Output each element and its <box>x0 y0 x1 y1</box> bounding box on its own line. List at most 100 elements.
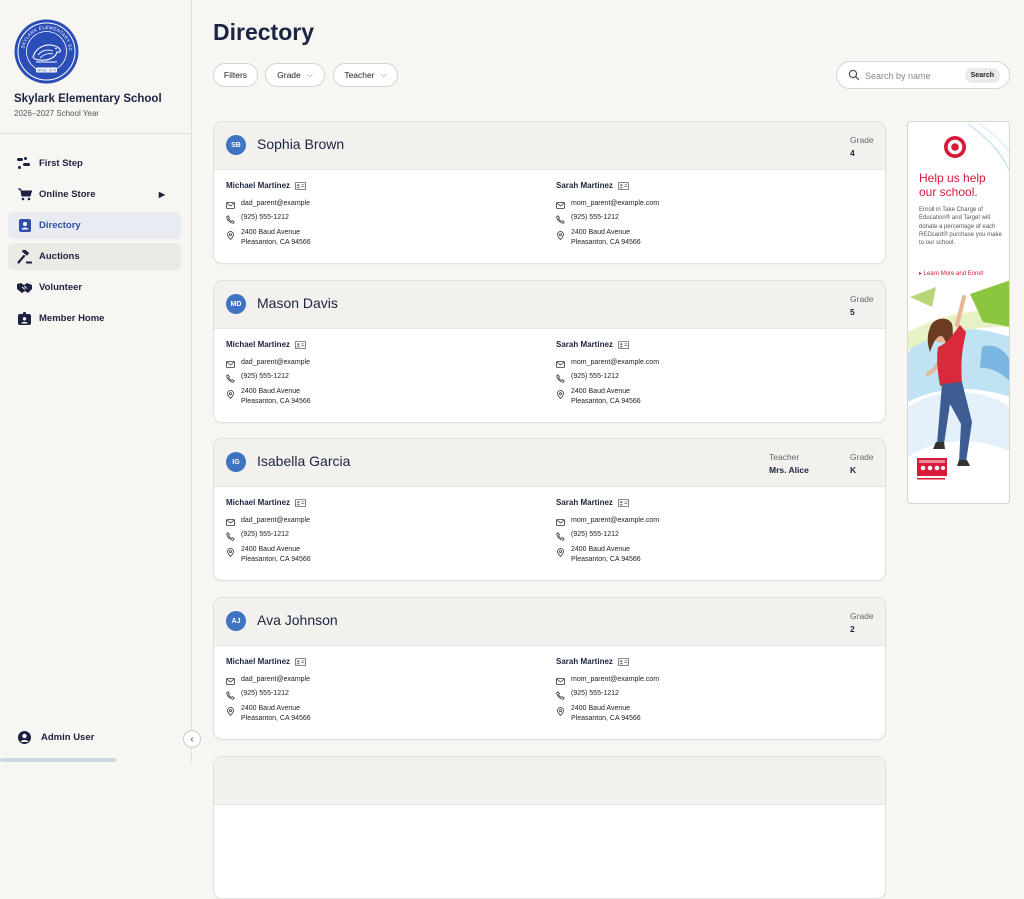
gavel-icon <box>17 249 32 264</box>
contact-card-icon <box>17 218 32 233</box>
parent-phone[interactable]: (925) 555-1212 <box>571 373 619 380</box>
parent-address-line2: Pleasanton, CA 94566 <box>571 714 641 722</box>
filters-button[interactable]: Filters <box>213 63 258 87</box>
target-advertisement[interactable]: Help us help our school. Enroll in Take … <box>907 121 1010 504</box>
student-card-header: MD Mason Davis Grade 5 <box>214 281 885 329</box>
chevron-down-icon: ⌵ <box>380 70 387 79</box>
parent-email[interactable]: mom_parent@example.com <box>571 200 659 207</box>
grade-info: Grade K <box>850 452 874 475</box>
parent-email[interactable]: mom_parent@example.com <box>571 676 659 683</box>
search-button[interactable]: Search <box>964 68 1000 83</box>
parent-phone-row: (925) 555-1212 <box>226 214 526 224</box>
parent-address-line2: Pleasanton, CA 94566 <box>571 238 641 246</box>
contact-card-icon[interactable] <box>617 657 629 666</box>
student-card: IG Isabella Garcia Teacher Mrs. Alice Gr… <box>213 438 886 581</box>
parent-address-line1: 2400 Baud Avenue <box>241 229 301 236</box>
student-card-header: IG Isabella Garcia Teacher Mrs. Alice Gr… <box>214 439 885 487</box>
parent-email[interactable]: dad_parent@example <box>241 200 310 207</box>
parent-email[interactable]: dad_parent@example <box>241 517 310 524</box>
contact-card-icon[interactable] <box>617 498 629 507</box>
parent-address-line1: 2400 Baud Avenue <box>571 388 631 395</box>
svg-text:SINCE 1978: SINCE 1978 <box>37 68 56 72</box>
teacher-filter-label: Teacher <box>344 70 375 80</box>
parent-phone[interactable]: (925) 555-1212 <box>571 531 619 538</box>
email-icon <box>556 678 565 685</box>
student-card: AJ Ava Johnson Grade 2 Michael Martinez … <box>213 597 886 740</box>
teacher-value: Mrs. Alice <box>769 465 809 475</box>
member-badge-icon <box>17 311 32 326</box>
sidebar-item-directory[interactable]: Directory <box>8 212 181 239</box>
phone-icon <box>556 215 565 224</box>
parent-phone[interactable]: (925) 555-1212 <box>571 214 619 221</box>
sidebar-item-label: Volunteer <box>39 282 83 293</box>
parent-address-line1: 2400 Baud Avenue <box>241 546 301 553</box>
school-logo[interactable]: SKYLARK ELEMENTARY SCHOOL SINCE 1978 <box>12 15 79 84</box>
search-input[interactable] <box>863 68 967 84</box>
student-name[interactable]: Isabella Garcia <box>257 453 350 469</box>
phone-icon <box>556 532 565 541</box>
contact-card-icon[interactable] <box>295 181 307 190</box>
grade-filter-dropdown[interactable]: Grade ⌵ <box>265 63 325 87</box>
student-avatar: IG <box>226 452 246 472</box>
grade-label: Grade <box>850 135 874 145</box>
parent-phone[interactable]: (925) 555-1212 <box>241 690 289 697</box>
parent-email[interactable]: mom_parent@example.com <box>571 517 659 524</box>
teacher-label: Teacher <box>769 452 800 462</box>
parent-address-row: 2400 Baud Avenue Pleasanton, CA 94566 <box>556 387 856 406</box>
student-name[interactable]: Mason Davis <box>257 295 338 311</box>
parent-address-line2: Pleasanton, CA 94566 <box>241 714 311 722</box>
email-icon <box>226 202 235 209</box>
contact-card-icon[interactable] <box>295 657 307 666</box>
sidebar-item-online-store[interactable]: Online Store ▶ <box>8 181 181 208</box>
student-name[interactable]: Sophia Brown <box>257 136 344 152</box>
sidebar-item-auctions[interactable]: Auctions <box>8 243 181 270</box>
parent-email[interactable]: mom_parent@example.com <box>571 359 659 366</box>
sidebar-item-volunteer[interactable]: Volunteer <box>8 274 181 301</box>
parent-name: Sarah Martinez <box>556 181 613 190</box>
contact-card-icon[interactable] <box>295 340 307 349</box>
student-card <box>213 756 886 899</box>
student-avatar: MD <box>226 294 246 314</box>
grade-value: 5 <box>850 307 855 317</box>
sidebar-item-member-home[interactable]: Member Home <box>8 305 181 332</box>
grade-value: 4 <box>850 148 855 158</box>
contact-card-icon[interactable] <box>295 498 307 507</box>
parent-phone-row: (925) 555-1212 <box>556 690 856 700</box>
parent-email-row: mom_parent@example.com <box>556 517 856 527</box>
location-pin-icon <box>227 231 234 240</box>
student-name[interactable]: Ava Johnson <box>257 612 338 628</box>
parent-phone[interactable]: (925) 555-1212 <box>571 690 619 697</box>
parent-address-line2: Pleasanton, CA 94566 <box>571 555 641 563</box>
teacher-filter-dropdown[interactable]: Teacher ⌵ <box>333 63 398 87</box>
sidebar-item-label: First Step <box>39 158 83 169</box>
parent-address-line1: 2400 Baud Avenue <box>571 705 631 712</box>
parent-phone[interactable]: (925) 555-1212 <box>241 373 289 380</box>
ad-learn-more-link[interactable]: ▸ Learn More and Enroll <box>919 270 983 277</box>
grade-info: Grade 5 <box>850 294 874 317</box>
sidebar-item-first-step[interactable]: First Step <box>8 150 181 177</box>
parent-address-row: 2400 Baud Avenue Pleasanton, CA 94566 <box>226 387 526 406</box>
parent-contact: Sarah Martinez mom_parent@example.com (9… <box>556 181 856 247</box>
parent-email-row: dad_parent@example <box>226 359 526 369</box>
contact-card-icon[interactable] <box>617 181 629 190</box>
grade-info: Grade 2 <box>850 611 874 634</box>
parent-contact: Sarah Martinez mom_parent@example.com (9… <box>556 657 856 723</box>
caret-right-icon: ▶ <box>158 190 165 199</box>
parent-address-line1: 2400 Baud Avenue <box>571 229 631 236</box>
parent-contact: Michael Martinez dad_parent@example (925… <box>226 181 526 247</box>
email-icon <box>556 202 565 209</box>
location-pin-icon <box>227 390 234 399</box>
collapse-sidebar-button[interactable]: ‹ <box>183 730 201 748</box>
admin-user-menu[interactable]: Admin User <box>17 730 94 745</box>
contact-card-icon[interactable] <box>617 340 629 349</box>
parent-email-row: dad_parent@example <box>226 676 526 686</box>
parent-address-row: 2400 Baud Avenue Pleasanton, CA 94566 <box>556 228 856 247</box>
email-icon <box>226 361 235 368</box>
student-avatar: AJ <box>226 611 246 631</box>
parent-email[interactable]: dad_parent@example <box>241 359 310 366</box>
parent-phone[interactable]: (925) 555-1212 <box>241 214 289 221</box>
parent-phone[interactable]: (925) 555-1212 <box>241 531 289 538</box>
parent-email[interactable]: dad_parent@example <box>241 676 310 683</box>
phone-icon <box>226 215 235 224</box>
handshake-icon <box>17 280 32 295</box>
